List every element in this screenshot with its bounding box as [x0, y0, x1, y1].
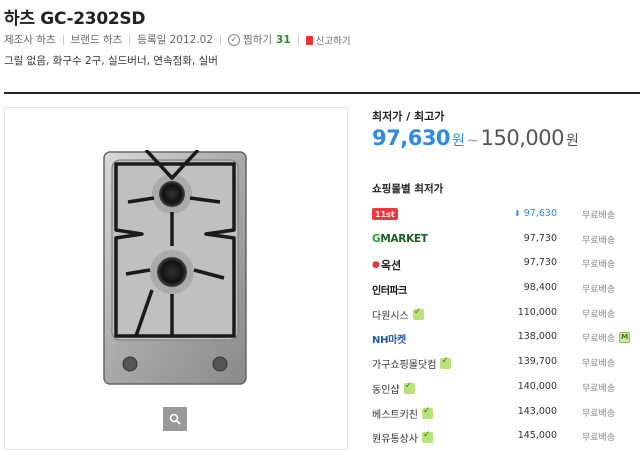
price-range-label: 최저가 / 최고가 [372, 110, 445, 123]
mall-logo-auction[interactable]: ● 옥션 [372, 257, 401, 273]
mall-prices-label: 쇼핑몰별 최저가 [372, 183, 444, 195]
product-title: 하츠 GC-2302SD [4, 9, 146, 29]
mall-price: 98,400 [523, 282, 557, 294]
brand-info: 브랜드 하츠 [70, 34, 123, 46]
zoom-button[interactable] [163, 407, 187, 431]
mall-row[interactable]: 인터파크 98,400 무료배송 [372, 277, 632, 302]
wish-button[interactable]: ✓ 찜하기 31 [228, 32, 291, 47]
shipping-info: 무료배송 M [582, 331, 631, 344]
mall-price: 145,000 [517, 430, 557, 442]
magnifier-icon [169, 413, 181, 425]
mall-name[interactable]: 가구쇼핑몰닷컴 [372, 356, 452, 371]
mall-row[interactable]: 베스트키친 143,000 무료배송 [372, 401, 632, 426]
mall-logo-gmarket[interactable]: G MARKET [372, 233, 428, 245]
maker-info: 제조사 하츠 [4, 34, 56, 46]
mall-row[interactable]: G MARKET 97,730 무료배송 [372, 228, 632, 253]
currency-unit: 원 [452, 133, 465, 149]
divider [297, 34, 299, 45]
shipping-info: 무료배송 [582, 285, 616, 296]
product-meta: 제조사 하츠 브랜드 하츠 등록일 2012.02 ✓ 찜하기 31 신고하기 [4, 32, 351, 47]
shipping-info: 무료배송 [582, 383, 616, 394]
mall-row[interactable]: NH마켓 138,000 무료배송 M [372, 326, 632, 351]
mall-row[interactable]: 다원시스 110,000 무료배송 [372, 302, 632, 327]
divider [129, 34, 131, 45]
mall-price: 110,000 [517, 306, 557, 318]
price-range: 97,630 원 ~ 150,000 원 [372, 126, 579, 150]
divider [220, 34, 222, 45]
mall-row[interactable]: 가구쇼핑몰닷컴 139,700 무료배송 [372, 351, 632, 376]
mall-price: 138,000 [517, 331, 557, 343]
section-divider [4, 92, 640, 94]
mall-row[interactable]: 11st ⬇ 97,630 무료배송 [372, 203, 632, 228]
m-badge-icon: M [619, 332, 631, 344]
shipping-info: 무료배송 [582, 408, 616, 419]
lock-icon [305, 36, 313, 45]
mall-price: 97,730 [523, 257, 557, 269]
product-specs: 그릴 없음, 화구수 2구, 실드버너, 연속점화, 실버 [4, 55, 218, 67]
mall-row[interactable]: 원유통상사 145,000 무료배송 [372, 425, 632, 450]
mall-row[interactable]: 동인샵 140,000 무료배송 [372, 376, 632, 401]
payment-icon [412, 307, 424, 320]
mall-price: 139,700 [517, 356, 557, 368]
payment-icon [403, 381, 415, 394]
mall-price: 143,000 [517, 405, 557, 417]
product-image[interactable] [102, 150, 248, 386]
shipping-info: 무료배송 [582, 359, 616, 370]
lowest-price: 97,630 [372, 126, 451, 150]
mall-name[interactable]: 다원시스 [372, 307, 424, 322]
mall-price: 140,000 [517, 380, 557, 392]
shipping-info: 무료배송 [582, 235, 616, 246]
report-label: 신고하기 [315, 35, 351, 47]
mall-logo-nh[interactable]: NH마켓 [372, 331, 406, 346]
range-separator: ~ [466, 133, 479, 149]
mall-logo-interpark[interactable]: 인터파크 [372, 282, 407, 297]
wish-label: 찜하기 [243, 34, 273, 46]
registered-date: 등록일 2012.02 [137, 34, 214, 46]
mall-logo-11st[interactable]: 11st [372, 208, 398, 220]
mall-row[interactable]: ● 옥션 97,730 무료배송 [372, 252, 632, 277]
payment-icon [422, 406, 433, 419]
shipping-info: 무료배송 [582, 433, 616, 444]
shipping-info: 무료배송 [582, 309, 616, 320]
shipping-info: 무료배송 [582, 211, 616, 221]
payment-icon [422, 430, 433, 444]
divider [62, 34, 64, 45]
report-button[interactable]: 신고하기 [305, 33, 351, 47]
mall-price: 97,730 [523, 232, 557, 244]
mall-price-list: 11st ⬇ 97,630 무료배송 G MARKET 97,730 무료배송 ● 옥… [372, 203, 632, 450]
currency-unit: 원 [566, 133, 579, 149]
wish-count: 31 [276, 33, 291, 46]
shipping-info: 무료배송 [582, 260, 616, 271]
mall-name[interactable]: 베스트키친 [372, 406, 433, 421]
check-circle-icon: ✓ [228, 33, 241, 46]
mall-name[interactable]: 동인샵 [372, 381, 415, 396]
down-arrow-icon: ⬇ [514, 209, 521, 218]
mall-name[interactable]: 원유통상사 [372, 430, 433, 445]
highest-price: 150,000 [480, 126, 565, 150]
mall-price: ⬇ 97,630 [514, 208, 557, 219]
payment-icon [440, 356, 452, 370]
